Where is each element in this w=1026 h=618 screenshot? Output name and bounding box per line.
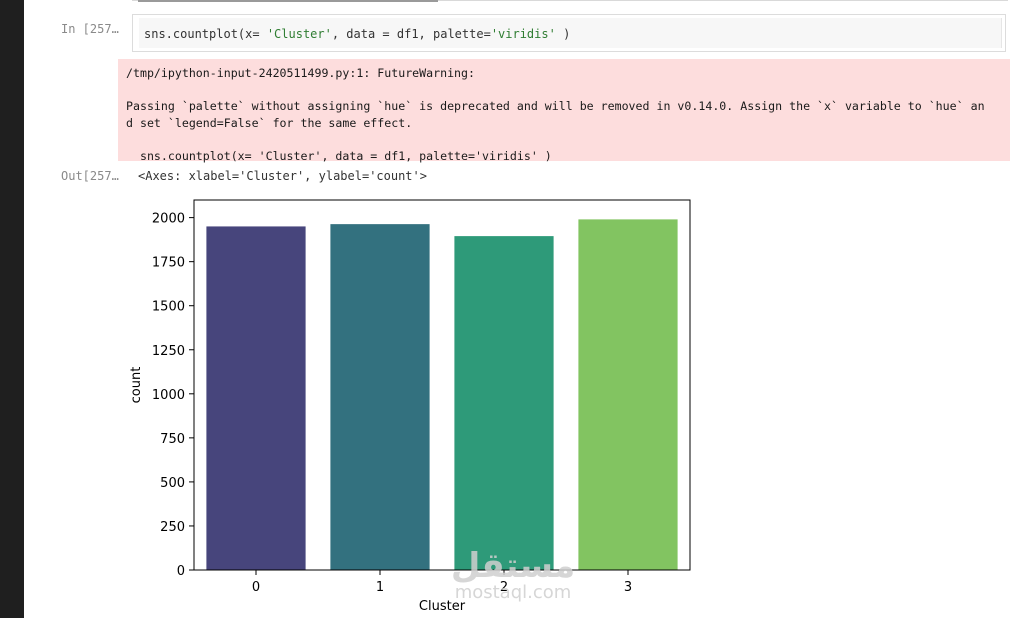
warning-blank-line (126, 82, 1002, 99)
y-tick-label: 500 (160, 476, 185, 491)
x-tick-label: 2 (500, 580, 508, 595)
bar-cluster-2 (454, 236, 554, 570)
output-prompt: Out[257… (61, 169, 119, 183)
input-prompt: In [257… (61, 22, 119, 36)
bar-cluster-3 (578, 219, 678, 570)
y-tick-label: 2000 (152, 212, 185, 227)
code-editor[interactable]: sns.countplot(x= 'Cluster', data = df1, … (139, 18, 1002, 48)
bars-group (206, 219, 678, 570)
y-tick-label: 1500 (152, 300, 185, 315)
x-axis-label: Cluster (419, 599, 466, 614)
code-cell[interactable]: sns.countplot(x= 'Cluster', data = df1, … (132, 14, 1006, 52)
output-repr: <Axes: xlabel='Cluster', ylabel='count'> (138, 169, 427, 183)
bar-cluster-1 (330, 224, 430, 570)
code-line: sns.countplot(x= 'Cluster', data = df1, … (144, 27, 570, 41)
y-axis-label: count (129, 367, 144, 404)
x-ticks-group: 0 1 2 3 (252, 570, 632, 595)
warning-line: sns.countplot(x= 'Cluster', data = df1, … (126, 148, 552, 163)
warning-line: Passing `palette` without assigning `hue… (126, 99, 985, 113)
left-sidebar-strip (0, 0, 24, 618)
y-tick-label: 750 (160, 432, 185, 447)
y-tick-label: 0 (177, 564, 185, 579)
warning-output: /tmp/ipython-input-2420511499.py:1: Futu… (118, 59, 1010, 163)
y-tick-label: 250 (160, 520, 185, 535)
x-tick-label: 1 (376, 580, 384, 595)
x-tick-label: 0 (252, 580, 260, 595)
code-suffix: ) (555, 27, 571, 41)
bar-cluster-0 (206, 226, 306, 570)
code-arg-x: 'Cluster' (266, 27, 332, 41)
warning-line: d set `legend=False` for the same effect… (126, 115, 413, 130)
code-middle: , data = df1, palette= (331, 27, 491, 41)
warning-blank-line (126, 131, 1002, 148)
countplot-chart: 0 250 500 750 1000 1250 1500 1750 2000 0 1 2 3 Clus… (129, 199, 691, 614)
horizontal-scrollbar[interactable] (138, 0, 438, 2)
y-tick-label: 1750 (152, 256, 185, 271)
y-tick-label: 1250 (152, 344, 185, 359)
y-ticks-group: 0 250 500 750 1000 1250 1500 1750 2000 (152, 212, 194, 579)
x-tick-label: 3 (624, 580, 632, 595)
code-prefix: sns.countplot(x= (144, 27, 267, 41)
y-tick-label: 1000 (152, 388, 185, 403)
warning-line: /tmp/ipython-input-2420511499.py:1: Futu… (126, 66, 476, 80)
code-arg-palette: 'viridis' (490, 27, 556, 41)
